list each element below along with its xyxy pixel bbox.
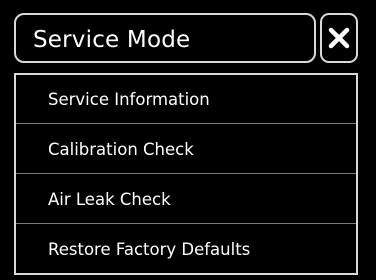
header-bar: Service Mode: [14, 13, 358, 63]
menu-item-calibration-check[interactable]: Calibration Check: [16, 125, 356, 174]
menu-item-label: Service Information: [48, 89, 210, 109]
menu-item-service-information[interactable]: Service Information: [16, 75, 356, 124]
page-title: Service Mode: [33, 27, 191, 53]
menu-item-air-leak-check[interactable]: Air Leak Check: [16, 175, 356, 224]
menu-item-label: Air Leak Check: [48, 189, 171, 209]
close-icon: [328, 27, 350, 49]
menu-item-restore-factory-defaults[interactable]: Restore Factory Defaults: [16, 225, 356, 273]
close-button[interactable]: [320, 13, 358, 63]
title-panel: Service Mode: [14, 13, 316, 63]
menu-item-label: Calibration Check: [48, 139, 194, 159]
service-menu: Service Information Calibration Check Ai…: [14, 73, 358, 275]
menu-item-label: Restore Factory Defaults: [48, 239, 251, 259]
